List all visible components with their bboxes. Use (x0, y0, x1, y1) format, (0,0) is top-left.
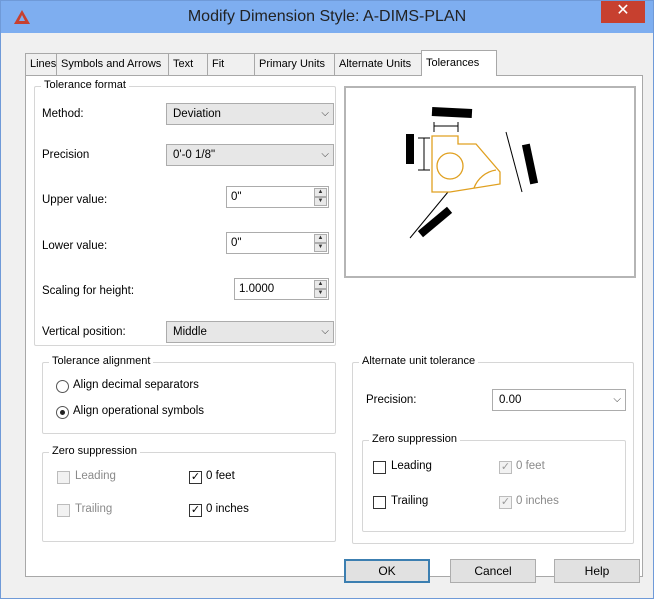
tolerances-panel: Tolerance format Method: Deviation ⌵ Pre… (25, 75, 643, 577)
vertical-position-value: Middle (173, 326, 207, 338)
help-button[interactable]: Help (554, 559, 640, 583)
primary-inches-checkbox[interactable]: ✓ (189, 504, 202, 517)
chevron-down-icon: ⌵ (613, 394, 621, 405)
tab-alternate-units[interactable]: Alternate Units (334, 53, 422, 75)
primary-trailing-label: Trailing (75, 503, 113, 515)
alt-inches-checkbox[interactable]: ✓ (499, 496, 512, 509)
spin-up-icon[interactable]: ▲ (314, 280, 327, 289)
upper-value-label: Upper value: (42, 194, 108, 206)
scaling-label: Scaling for height: (42, 285, 135, 297)
alt-feet-label: 0 feet (516, 460, 545, 472)
dialog-window: Modify Dimension Style: A-DIMS-PLAN ✕ Li… (0, 0, 654, 599)
alt-inches-label: 0 inches (516, 495, 559, 507)
dimension-preview (344, 86, 636, 278)
vertical-position-select[interactable]: Middle ⌵ (166, 321, 334, 343)
dialog-client: Lines Symbols and Arrows Text Fit Primar… (9, 33, 645, 592)
zero-suppression-primary-group: Zero suppression (42, 445, 336, 542)
scaling-input[interactable]: 1.0000 ▲ ▼ (234, 278, 329, 300)
spin-up-icon[interactable]: ▲ (314, 234, 327, 243)
alt-leading-label: Leading (391, 460, 432, 472)
ok-button[interactable]: OK (344, 559, 430, 583)
tolerance-format-label: Tolerance format (41, 79, 129, 91)
alt-trailing-checkbox[interactable] (373, 496, 386, 509)
method-label: Method: (42, 108, 84, 120)
zero-suppression-primary-label: Zero suppression (49, 445, 140, 457)
spin-down-icon[interactable]: ▼ (314, 197, 327, 206)
tab-text[interactable]: Text (168, 53, 208, 75)
tab-primary-units[interactable]: Primary Units (254, 53, 335, 75)
tab-tolerances[interactable]: Tolerances (421, 50, 497, 76)
chevron-down-icon: ⌵ (321, 149, 329, 160)
chevron-down-icon: ⌵ (321, 326, 329, 337)
title-bar[interactable]: Modify Dimension Style: A-DIMS-PLAN ✕ (1, 1, 653, 33)
tolerance-alignment-group: Tolerance alignment (42, 355, 336, 434)
precision-value: 0'-0 1/8" (173, 149, 216, 161)
alt-precision-value: 0.00 (499, 394, 522, 406)
alternate-unit-tolerance-label: Alternate unit tolerance (359, 355, 479, 367)
alt-leading-checkbox[interactable] (373, 461, 386, 474)
primary-trailing-checkbox[interactable] (57, 504, 70, 517)
precision-select[interactable]: 0'-0 1/8" ⌵ (166, 144, 334, 166)
tab-lines[interactable]: Lines (25, 53, 57, 75)
lower-value-spinner[interactable]: ▲ ▼ (314, 234, 327, 252)
alt-trailing-label: Trailing (391, 495, 429, 507)
window-title: Modify Dimension Style: A-DIMS-PLAN (187, 8, 467, 25)
preview-drawing (406, 106, 539, 239)
tolerance-alignment-label: Tolerance alignment (49, 355, 154, 367)
align-operational-radio[interactable] (56, 406, 69, 419)
primary-leading-checkbox[interactable] (57, 471, 70, 484)
precision-label: Precision (42, 149, 90, 161)
close-button[interactable]: ✕ (601, 1, 645, 23)
align-decimal-label[interactable]: Align decimal separators (73, 379, 199, 391)
upper-value-text: 0" (231, 191, 242, 203)
primary-inches-label: 0 inches (206, 503, 249, 515)
alt-precision-label: Precision: (366, 394, 417, 406)
tolerance-format-group: Tolerance format (34, 79, 336, 346)
lower-value-text: 0" (231, 237, 242, 249)
chevron-down-icon: ⌵ (321, 108, 329, 119)
lower-value-label: Lower value: (42, 240, 108, 252)
alt-feet-checkbox[interactable]: ✓ (499, 461, 512, 474)
upper-value-spinner[interactable]: ▲ ▼ (314, 188, 327, 206)
tab-fit[interactable]: Fit (207, 53, 255, 75)
primary-feet-label: 0 feet (206, 470, 235, 482)
spin-down-icon[interactable]: ▼ (314, 289, 327, 298)
alt-precision-select[interactable]: 0.00 ⌵ (492, 389, 626, 411)
spin-down-icon[interactable]: ▼ (314, 243, 327, 252)
method-value: Deviation (173, 108, 221, 120)
scaling-text: 1.0000 (239, 283, 275, 295)
method-select[interactable]: Deviation ⌵ (166, 103, 334, 125)
align-decimal-radio[interactable] (56, 380, 69, 393)
upper-value-input[interactable]: 0" ▲ ▼ (226, 186, 329, 208)
align-operational-label[interactable]: Align operational symbols (73, 405, 204, 417)
vertical-position-label: Vertical position: (42, 326, 126, 338)
lower-value-input[interactable]: 0" ▲ ▼ (226, 232, 329, 254)
tab-symbols-and-arrows[interactable]: Symbols and Arrows (56, 53, 169, 75)
cancel-button[interactable]: Cancel (450, 559, 536, 583)
primary-leading-label: Leading (75, 470, 116, 482)
scaling-spinner[interactable]: ▲ ▼ (314, 280, 327, 298)
spin-up-icon[interactable]: ▲ (314, 188, 327, 197)
zero-suppression-alternate-label: Zero suppression (369, 433, 460, 445)
zero-suppression-alternate-group: Zero suppression (362, 433, 626, 532)
primary-feet-checkbox[interactable]: ✓ (189, 471, 202, 484)
